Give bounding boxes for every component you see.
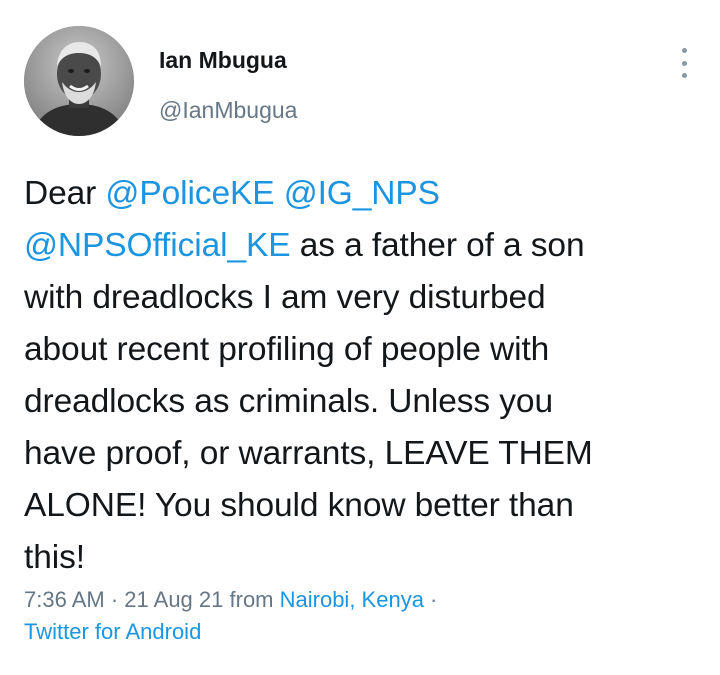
tweet-line: with dreadlocks I am very disturbed <box>24 272 696 324</box>
tweet-text-segment: as a father of a son <box>290 227 585 264</box>
author-display-name[interactable]: Ian Mbugua <box>159 46 297 74</box>
mention-link[interactable]: @IG_NPS <box>284 175 440 212</box>
location-link[interactable]: Nairobi, Kenya <box>280 587 424 612</box>
author-handle[interactable]: @IanMbugua <box>159 96 297 124</box>
mention-link[interactable]: @PoliceKE <box>105 175 274 212</box>
more-vertical-icon[interactable] <box>674 48 694 78</box>
meta-line: Twitter for Android <box>24 616 696 648</box>
tweet-date[interactable]: 21 Aug 21 <box>124 587 223 612</box>
tweet-text-segment: this! <box>24 539 85 576</box>
tweet-text-segment: Dear <box>24 175 106 212</box>
tweet-line: about recent profiling of people with <box>24 324 696 376</box>
person-photo-icon[interactable] <box>24 26 134 136</box>
tweet-text-segment: with dreadlocks I am very disturbed <box>24 279 546 316</box>
tweet-line: ALONE! You should know better than <box>24 480 696 532</box>
tweet-header: Ian Mbugua @IanMbugua <box>24 26 696 136</box>
from-label: from <box>223 587 280 612</box>
tweet-line: @NPSOfficial_KE as a father of a son <box>24 220 696 272</box>
tweet-text-segment: ALONE! You should know better than <box>24 487 574 524</box>
tweet-text-segment: have proof, or warrants, LEAVE THEM <box>24 435 593 472</box>
meta-separator: · <box>423 587 438 612</box>
user-info: Ian Mbugua @IanMbugua <box>159 46 297 124</box>
mention-link[interactable]: @NPSOfficial_KE <box>24 227 291 264</box>
source-link[interactable]: Twitter for Android <box>24 619 201 644</box>
tweet-line: dreadlocks as criminals. Unless you <box>24 376 696 428</box>
menu-dot <box>681 73 687 78</box>
tweet-meta: 7:36 AM · 21 Aug 21 from Nairobi, Kenya … <box>24 584 696 648</box>
tweet-card: Ian Mbugua @IanMbugua Dear @PoliceKE @IG… <box>0 0 720 675</box>
menu-dot <box>681 60 687 66</box>
tweet-text-segment: about recent profiling of people with <box>24 331 550 368</box>
tweet-line: have proof, or warrants, LEAVE THEM <box>24 428 696 480</box>
tweet-line: Dear @PoliceKE @IG_NPS <box>24 168 696 220</box>
tweet-time[interactable]: 7:36 AM <box>24 587 105 612</box>
menu-dot <box>681 48 687 53</box>
tweet-text-segment <box>274 175 283 212</box>
tweet-text: Dear @PoliceKE @IG_NPS @NPSOfficial_KE a… <box>24 168 696 584</box>
meta-separator: · <box>104 587 125 612</box>
tweet-line: this! <box>24 532 696 584</box>
tweet-text-segment: dreadlocks as criminals. Unless you <box>24 383 553 420</box>
meta-line: 7:36 AM · 21 Aug 21 from Nairobi, Kenya … <box>24 584 696 616</box>
